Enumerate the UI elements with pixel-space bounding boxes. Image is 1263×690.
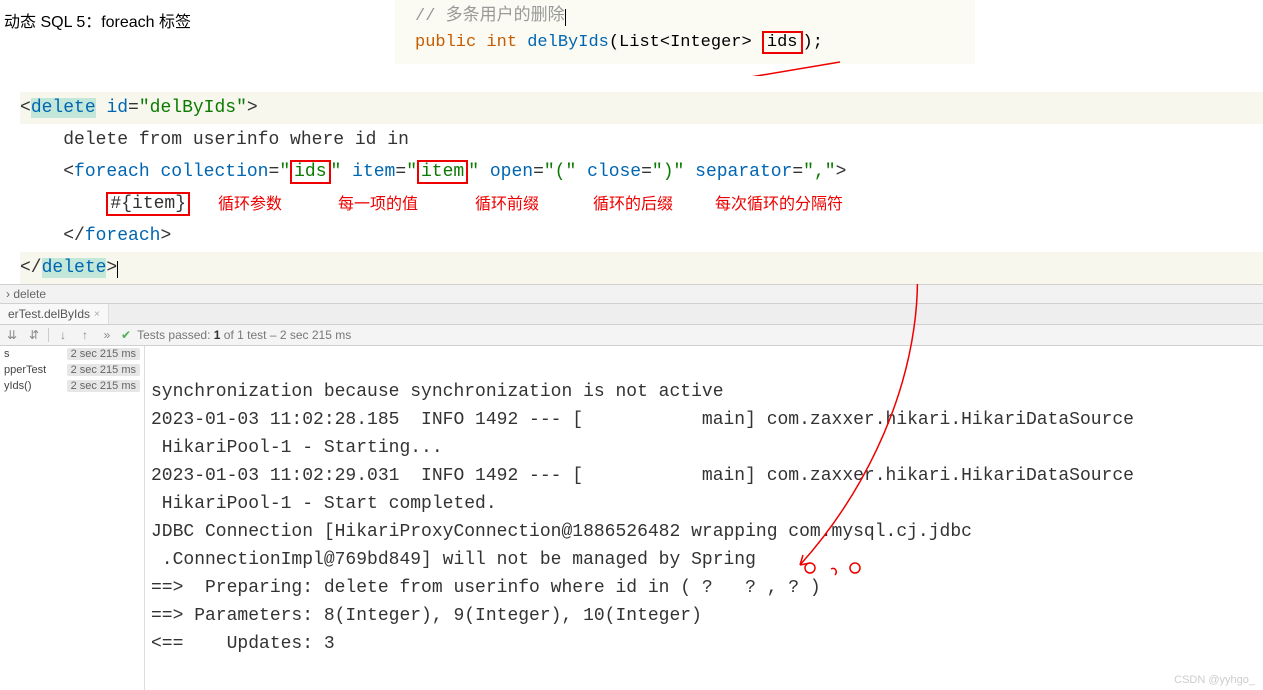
collapse-icon[interactable]: ⇊ [4,327,20,343]
console-line: HikariPool-1 - Starting... [151,438,443,458]
xml-line-open: <delete id="delByIds"> [20,92,1263,124]
up-icon[interactable]: ↑ [77,327,93,343]
attr-id: id [106,98,128,118]
tag-delete: delete [31,98,96,118]
breadcrumb[interactable]: › delete [0,284,1263,304]
console-line: <== Updates: 3 [151,634,335,654]
test-row[interactable]: pperTest2 sec 215 ms [0,362,144,378]
console-line: ==> Preparing: delete from userinfo wher… [151,578,821,598]
test-row[interactable]: yIds()2 sec 215 ms [0,378,144,394]
open-val: "(" [544,162,576,182]
test-tree[interactable]: s2 sec 215 ms pperTest2 sec 215 ms yIds(… [0,346,145,690]
watermark: CSDN @yyhgo_ [1174,674,1255,686]
console-line: HikariPool-1 - Start completed. [151,494,497,514]
console-line: ==> Parameters: 8(Integer), 9(Integer), … [151,606,702,626]
more-icon[interactable]: » [99,327,115,343]
attr-collection: collection [160,162,268,182]
attr-close: close [587,162,641,182]
annotation-separator: 每次循环的分隔符 [715,189,843,221]
sig-pre: (List<Integer> [609,33,762,52]
console-line: 2023-01-03 11:02:29.031 INFO 1492 --- [ … [151,466,1134,486]
tab-label: erTest.delByIds [8,307,90,321]
tag-foreach: foreach [74,162,150,182]
attr-separator: separator [695,162,792,182]
console-line: synchronization because synchronization … [151,382,724,402]
expand-icon[interactable]: ⇵ [26,327,42,343]
xml-line-close: </delete> [20,252,1263,284]
attr-open: open [490,162,533,182]
xml-code-block[interactable]: <delete id="delByIds"> delete from useri… [0,76,1263,284]
param-ids: ids [762,31,803,54]
annotation-close: 循环的后缀 [593,189,673,221]
run-panel: s2 sec 215 ms pperTest2 sec 215 ms yIds(… [0,346,1263,690]
down-icon[interactable]: ↓ [55,327,71,343]
sql-text: delete from userinfo where id in [63,130,409,150]
method-name: delByIds [527,33,609,52]
separator-icon [48,328,49,342]
console-line: JDBC Connection [HikariProxyConnection@1… [151,522,972,542]
close-val: ")" [652,162,684,182]
test-row[interactable]: s2 sec 215 ms [0,346,144,362]
test-toolbar: ⇊ ⇵ ↓ ↑ » ✔ Tests passed: 1 of 1 test – … [0,325,1263,346]
attr-item: item [352,162,395,182]
annotation-open: 循环前缀 [475,189,539,221]
sep-val: "," [803,162,835,182]
xml-line-sql: delete from userinfo where id in [20,124,1263,156]
xml-line-foreach-close: </foreach> [20,220,1263,252]
collection-val: ids [290,160,330,184]
close-icon[interactable]: × [94,309,100,320]
tab-bar: erTest.delByIds × [0,304,1263,325]
val-id: "delByIds" [139,98,247,118]
sig-post: ); [803,33,823,52]
console-output[interactable]: synchronization because synchronization … [145,346,1263,690]
test-result-text: Tests passed: 1 of 1 test – 2 sec 215 ms [137,328,351,342]
tag-foreach-close: foreach [85,226,161,246]
hash-item: #{item} [106,192,190,216]
annotation-item: 每一项的值 [338,189,418,221]
tag-delete-close: delete [42,258,107,278]
tab-test[interactable]: erTest.delByIds × [0,304,109,324]
keyword-int: int [486,33,517,52]
page-title: 动态 SQL 5：foreach 标签 [0,0,1263,32]
console-line: 2023-01-03 11:02:28.185 INFO 1492 --- [ … [151,410,1134,430]
keyword-public: public [415,33,476,52]
console-line: .ConnectionImpl@769bd849] will not be ma… [151,550,756,570]
item-val: item [417,160,468,184]
text-cursor-2 [117,261,118,278]
check-icon: ✔ [121,328,131,342]
xml-line-foreach: <foreach collection="ids" item="item" op… [20,156,1263,188]
annotation-collection: 循环参数 [218,189,282,221]
